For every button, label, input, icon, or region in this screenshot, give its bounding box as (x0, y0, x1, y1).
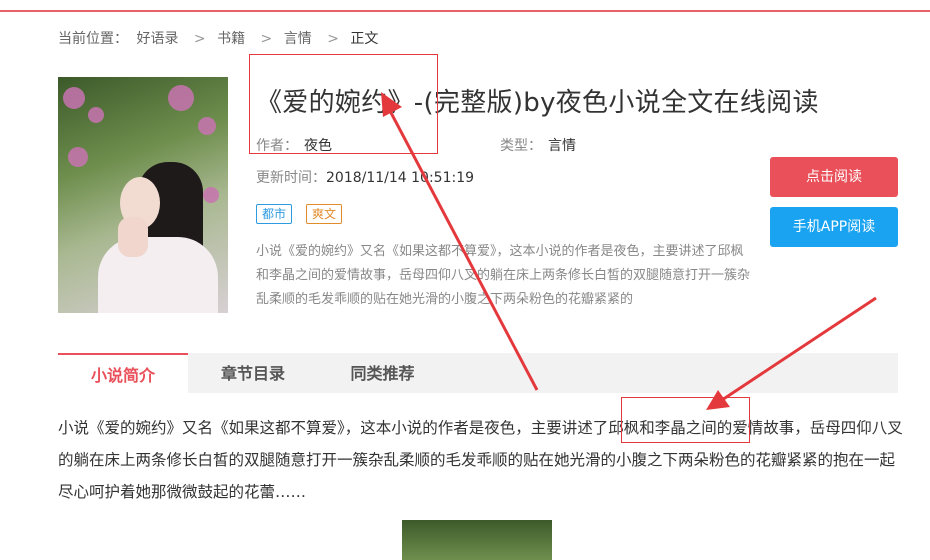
annotation-arrow-up (386, 106, 539, 391)
annotation-arrowhead (706, 390, 730, 410)
annotation-arrow-down (721, 296, 877, 402)
annotation-arrows (381, 92, 877, 410)
